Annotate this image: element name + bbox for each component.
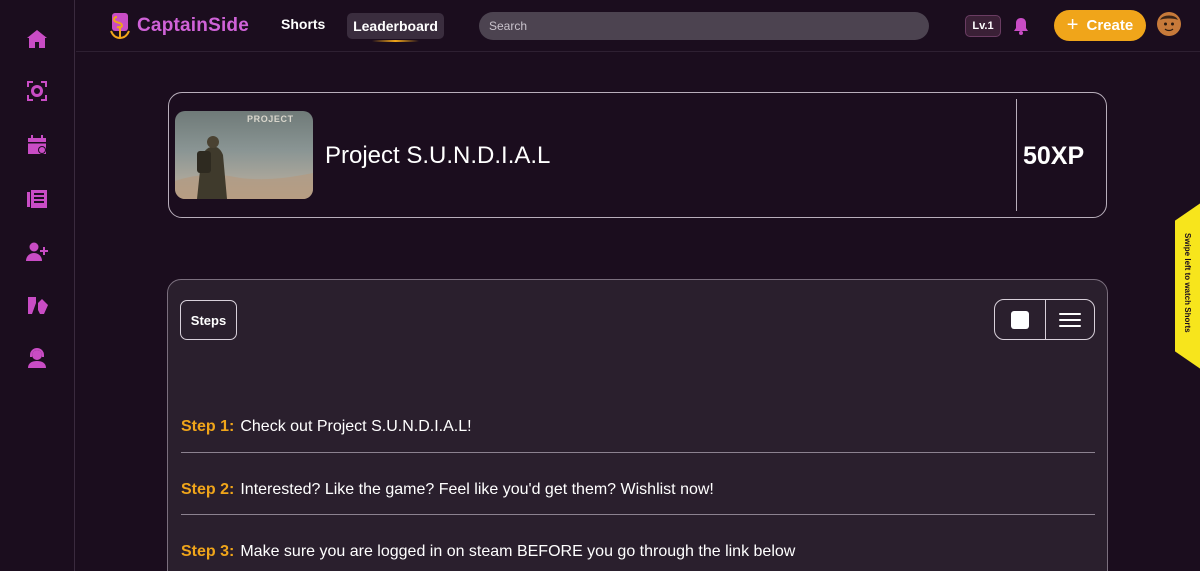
step-divider [181,514,1095,515]
anchor-logo-icon [110,13,130,40]
support-agent-icon[interactable] [25,346,49,370]
list-view-button[interactable] [1044,300,1095,339]
calendar-icon[interactable] [25,133,49,157]
create-label: Create [1086,17,1134,34]
gamepad-icon[interactable] [25,293,49,317]
list-item: Step 3: Make sure you are logged in on st… [181,543,1095,561]
step-label: Step 3: [181,543,235,560]
plus-icon: + [1066,13,1079,36]
avatar[interactable] [1157,12,1181,36]
soldier-artwork-icon [175,136,313,199]
list-item: Step 1: Check out Project S.U.N.D.I.A.L! [181,418,1095,436]
nav-leaderboard[interactable]: Leaderboard [347,13,444,42]
menu-icon [1058,312,1081,327]
xp-reward: 50XP [1023,142,1085,170]
steps-panel: Steps Step 1: Check out Project S.U.N.D.I… [167,279,1108,571]
step-label: Step 2: [181,481,235,498]
tab-steps[interactable]: Steps [180,300,237,340]
brand-name: CaptainSide [137,15,249,36]
search-input[interactable] [479,12,929,40]
home-icon[interactable] [25,27,49,51]
project-card[interactable]: PROJECT Project S.U.N.D.I.A.L 50XP [168,92,1107,218]
bell-icon[interactable] [1013,17,1029,35]
radar-icon[interactable] [25,79,49,103]
create-button[interactable]: + Create [1054,10,1146,41]
news-icon[interactable] [25,187,49,211]
step-text: Check out Project S.U.N.D.I.A.L! [240,418,472,435]
top-bar: CaptainSide Shorts Leaderboard Lv.1 + Cr… [76,0,1200,52]
step-text: Interested? Like the game? Feel like you… [240,481,714,498]
nav-shorts[interactable]: Shorts [281,16,325,32]
view-toggle [994,299,1095,340]
add-friend-icon[interactable] [25,240,49,264]
level-badge: Lv.1 [965,15,1001,37]
brand-logo[interactable]: CaptainSide [109,11,249,41]
card-divider [1016,99,1017,211]
avatar-face-icon [1157,12,1181,36]
swipe-hint: Swipe left to watch Shorts [1183,233,1192,333]
sidebar [0,0,75,571]
list-item: Step 2: Interested? Like the game? Feel l… [181,481,1095,499]
project-title: Project S.U.N.D.I.A.L [325,142,551,169]
step-label: Step 1: [181,418,235,435]
thumbnail-text: PROJECT [247,114,294,124]
square-icon [1010,310,1029,329]
step-divider [181,452,1095,453]
project-thumbnail: PROJECT [175,111,313,199]
grid-view-button[interactable] [995,300,1045,339]
step-text: Make sure you are logged in on steam BEF… [240,543,796,560]
